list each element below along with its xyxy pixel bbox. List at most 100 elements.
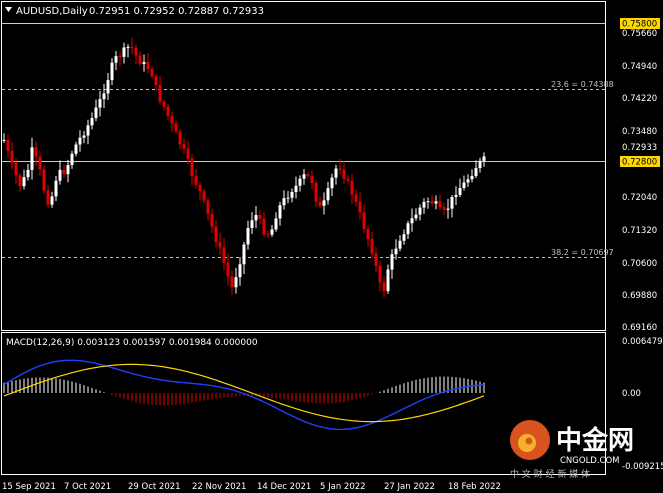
candle-body <box>442 207 446 210</box>
candle-body <box>190 158 194 176</box>
current-price-label: 0.72933 <box>622 143 657 153</box>
candle-body <box>334 168 338 178</box>
candle-body <box>38 156 42 170</box>
price-tick: 0.69880 <box>622 291 657 301</box>
candle-body <box>222 247 226 264</box>
candle-body <box>386 269 390 292</box>
price-tick: 0.74220 <box>622 94 657 104</box>
candle-body <box>374 253 378 266</box>
candle-body <box>378 265 382 283</box>
price-tick: 0.71320 <box>622 226 657 236</box>
candle-body <box>186 148 190 159</box>
candle-body <box>142 62 146 65</box>
macd-label: MACD(12,26,9) 0.003123 0.001597 0.001984… <box>6 338 258 348</box>
candle-body <box>114 56 118 63</box>
candle-body <box>270 229 274 235</box>
candle-body <box>390 254 394 270</box>
candle-body <box>138 55 142 65</box>
candle-body <box>50 196 54 205</box>
candle-body <box>430 201 434 204</box>
candle-body <box>42 169 46 191</box>
candle-body <box>466 179 470 183</box>
candle-body <box>230 276 234 288</box>
candle-body <box>126 46 130 48</box>
symbol-label: AUDUSD,Daily <box>16 6 88 17</box>
time-label: 15 Sep 2021 <box>2 482 56 492</box>
candle-body <box>474 168 478 177</box>
candle-body <box>482 156 486 161</box>
price-tick: 0.74940 <box>622 62 657 72</box>
candle-body <box>302 174 306 179</box>
candle-body <box>330 177 334 189</box>
candle-body <box>318 201 322 206</box>
candle-body <box>366 228 370 239</box>
candle-body <box>26 169 30 178</box>
candle-body <box>426 201 430 203</box>
candle-body <box>94 107 98 119</box>
candle-body <box>254 215 258 221</box>
candle-body <box>242 244 246 265</box>
candle-body <box>218 241 222 248</box>
trading-chart-window[interactable]: AUDUSD,Daily 0.72951 0.72952 0.72887 0.7… <box>0 0 663 493</box>
candle-body <box>414 214 418 219</box>
candle-body <box>478 160 482 169</box>
time-label: 5 Jan 2022 <box>320 482 366 492</box>
candle-body <box>2 139 6 141</box>
candle-body <box>22 177 26 187</box>
candle-body <box>454 194 458 198</box>
candle-body <box>90 118 94 126</box>
candle-body <box>354 194 358 202</box>
candle-body <box>86 125 90 136</box>
macd-tick: 0.00 <box>622 389 641 399</box>
candle-body <box>166 106 170 116</box>
candle-body <box>246 228 250 245</box>
candle-body <box>234 277 238 288</box>
candle-body <box>30 147 34 170</box>
candle-body <box>46 190 50 205</box>
candle-body <box>290 191 294 198</box>
candle-body <box>314 183 318 202</box>
candle-body <box>18 175 22 187</box>
candle-body <box>194 175 198 185</box>
candle-body <box>6 139 10 152</box>
candle-body <box>262 218 266 235</box>
candle-body <box>74 144 78 154</box>
fib-label-382: 38.2 = 0.70697 <box>551 248 614 257</box>
candle-body <box>150 69 154 77</box>
candle-body <box>346 178 350 181</box>
candle-body <box>298 178 302 186</box>
candle-body <box>286 197 290 199</box>
candle-body <box>410 218 414 224</box>
candle-body <box>98 99 102 108</box>
candle-body <box>278 205 282 219</box>
candle-body <box>182 144 186 149</box>
candle-body <box>406 223 410 235</box>
candle-body <box>162 101 166 107</box>
candle-body <box>322 200 326 206</box>
candle-body <box>402 234 406 241</box>
candle-body <box>446 208 450 210</box>
time-label: 27 Jan 2022 <box>384 482 435 492</box>
candle-body <box>134 47 138 56</box>
candle-body <box>458 187 462 195</box>
macd-tick: -0.009215 <box>622 462 663 472</box>
macd-tick: 0.006479 <box>622 337 663 347</box>
candle-body <box>258 215 262 219</box>
time-label: 7 Oct 2021 <box>64 482 111 492</box>
time-label: 22 Nov 2021 <box>192 482 246 492</box>
candle-body <box>170 115 174 124</box>
cngold-slogan: 中 文 财 经 新 媒 体 <box>510 468 590 480</box>
candle-body <box>394 248 398 255</box>
candle-body <box>238 264 242 278</box>
candle-body <box>202 191 206 201</box>
candle-body <box>434 201 438 204</box>
candle-body <box>250 220 254 229</box>
candle-body <box>110 62 114 81</box>
ohlc-readout: 0.72951 0.72952 0.72887 0.72933 <box>89 6 264 17</box>
candle-body <box>370 238 374 254</box>
time-label: 18 Feb 2022 <box>448 482 501 492</box>
candle-body <box>358 201 362 213</box>
candle-body <box>178 131 182 145</box>
candle-body <box>470 176 474 180</box>
candle-body <box>338 168 342 170</box>
